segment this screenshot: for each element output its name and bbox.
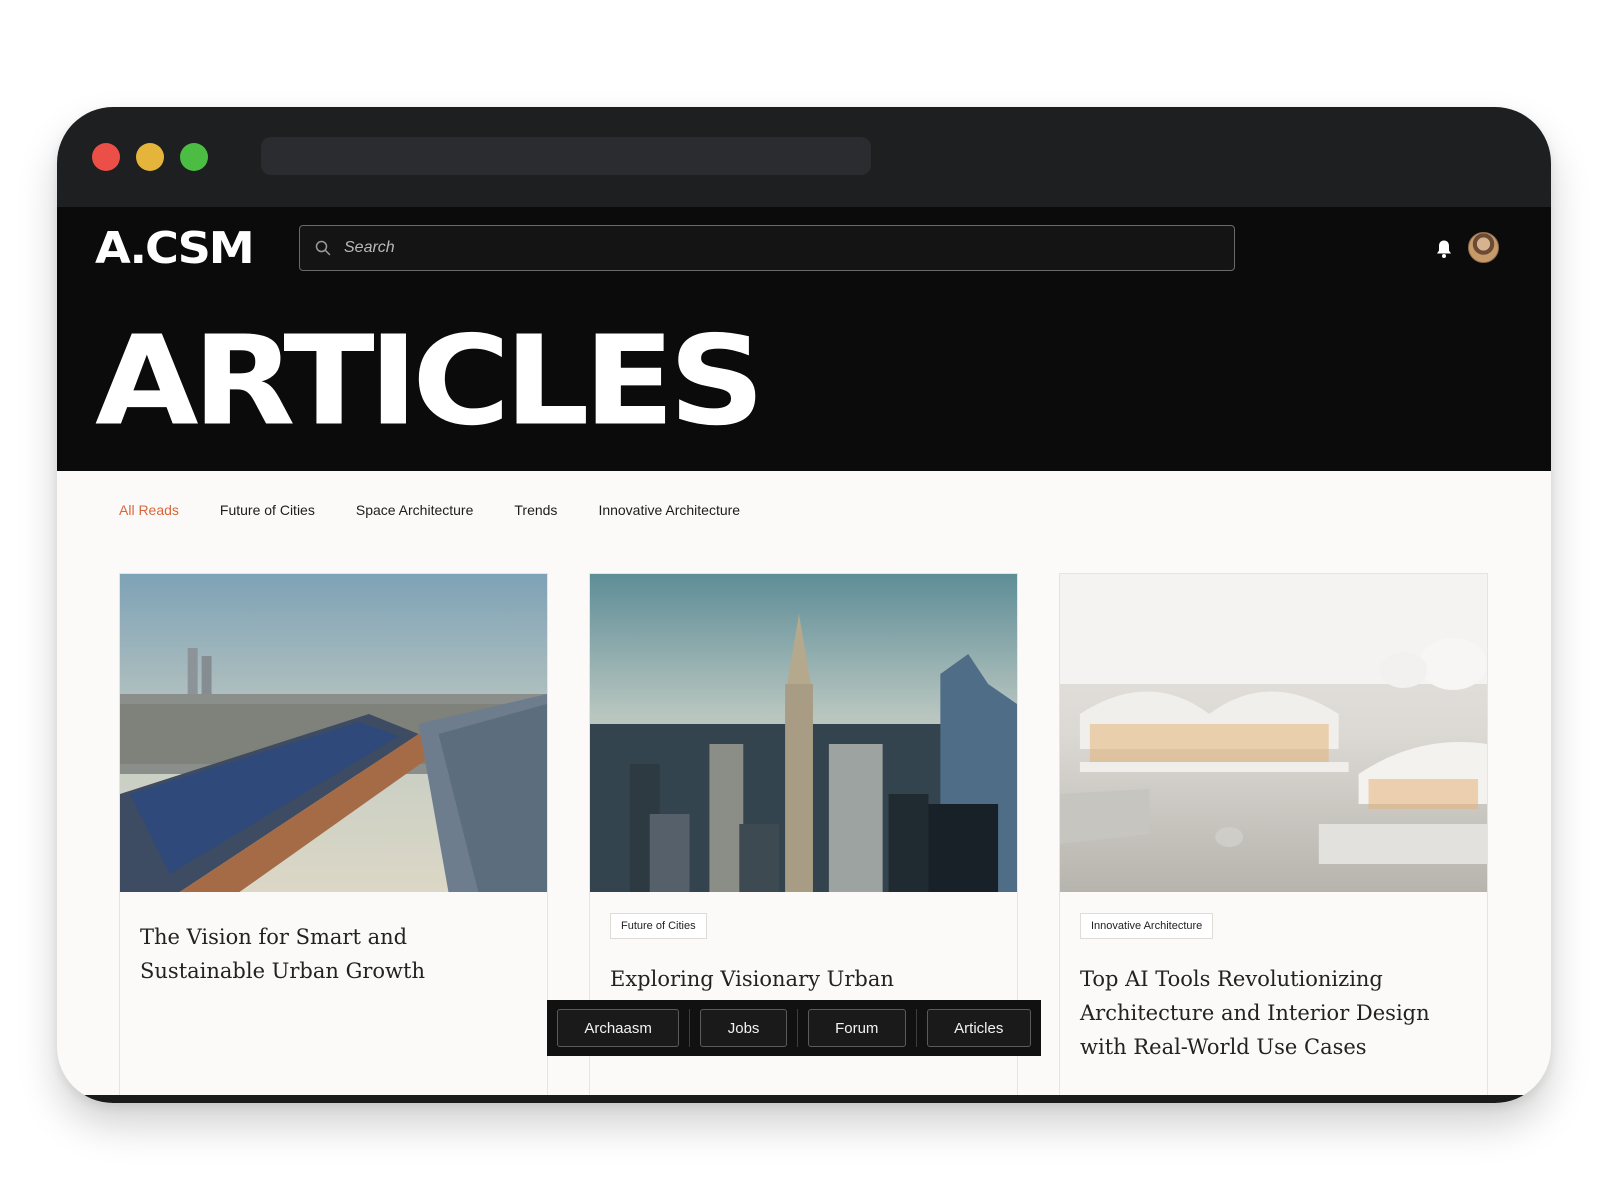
nav-jobs-button[interactable]: Jobs	[700, 1009, 787, 1047]
bottom-nav-bar: Archaasm Jobs Forum Articles	[547, 1000, 1041, 1056]
tab-future-of-cities[interactable]: Future of Cities	[220, 502, 315, 518]
site-logo[interactable]: A.CSM	[95, 227, 255, 271]
article-title[interactable]: The Vision for Smart and Sustainable Urb…	[140, 920, 520, 988]
browser-titlebar	[57, 107, 1551, 207]
address-bar[interactable]	[261, 137, 871, 175]
search-input[interactable]	[344, 226, 1214, 270]
nav-divider	[915, 1009, 917, 1047]
close-window-button[interactable]	[92, 143, 120, 171]
category-tabs: All Reads Future of Cities Space Archite…	[119, 502, 781, 518]
user-avatar[interactable]	[1468, 232, 1499, 263]
search-icon	[315, 240, 331, 256]
search-box[interactable]	[299, 225, 1235, 271]
article-card[interactable]: The Vision for Smart and Sustainable Urb…	[119, 573, 548, 1103]
article-image[interactable]	[120, 574, 547, 892]
minimize-window-button[interactable]	[136, 143, 164, 171]
nav-forum-button[interactable]: Forum	[807, 1009, 906, 1047]
browser-window: A.CSM ARTICLES All Reads Future of Citie…	[57, 107, 1551, 1103]
category-tag[interactable]: Innovative Architecture	[1080, 913, 1214, 939]
nav-archaasm-button[interactable]: Archaasm	[557, 1009, 680, 1047]
nav-articles-button[interactable]: Articles	[926, 1009, 1031, 1047]
nav-divider	[796, 1009, 798, 1047]
article-title[interactable]: Top AI Tools Revolutionizing Architectur…	[1080, 962, 1460, 1064]
page-title: ARTICLES	[95, 308, 765, 453]
site-header: A.CSM ARTICLES	[57, 207, 1551, 471]
article-card[interactable]: Innovative Architecture Top AI Tools Rev…	[1059, 573, 1488, 1103]
bell-icon[interactable]	[1435, 239, 1453, 259]
article-image[interactable]	[1060, 574, 1487, 892]
page-bottom-edge	[57, 1095, 1551, 1103]
maximize-window-button[interactable]	[180, 143, 208, 171]
article-image[interactable]	[590, 574, 1017, 892]
tab-trends[interactable]: Trends	[514, 502, 557, 518]
nav-divider	[689, 1009, 691, 1047]
tab-all-reads[interactable]: All Reads	[119, 502, 179, 518]
tab-innovative-architecture[interactable]: Innovative Architecture	[598, 502, 740, 518]
category-tag[interactable]: Future of Cities	[610, 913, 707, 939]
tab-space-architecture[interactable]: Space Architecture	[356, 502, 474, 518]
